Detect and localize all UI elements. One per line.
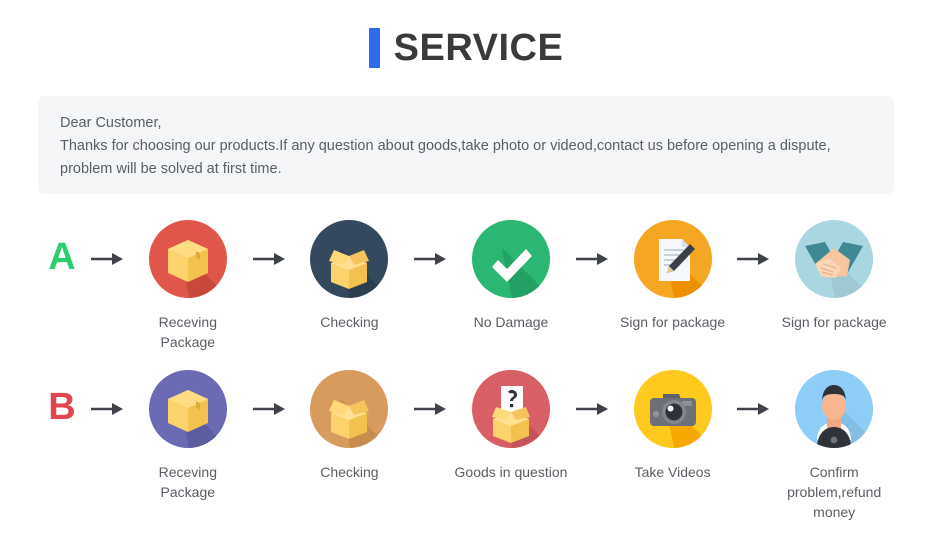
arrow-glyph [91, 253, 123, 265]
flow-step-label: Checking [320, 314, 379, 330]
notice-line-2: Thanks for choosing our products.If any … [60, 138, 831, 154]
title-accent-bar [368, 28, 380, 68]
notice-line-3: problem will be solved at first time. [60, 161, 282, 177]
flow-row-letter: A [48, 236, 76, 278]
flow-step: Confirm problem,refund money [776, 362, 892, 522]
arrow-glyph [414, 403, 447, 415]
flow-step-label: Goods in question [454, 464, 568, 480]
customer-support-icon [795, 370, 874, 448]
page-title: SERVICE [0, 0, 932, 96]
arrow-glyph [252, 253, 285, 265]
flow-step-label: Receving Package [158, 464, 217, 500]
open-box-icon [310, 220, 389, 298]
document-pen-icon [633, 220, 712, 298]
flow-arrow-icon [730, 212, 776, 306]
arrow-glyph [737, 253, 770, 265]
flow-row-b: B Receving Package Checking Goods in questi… [40, 362, 892, 520]
flow-step: No Damage [453, 212, 569, 332]
flow-arrow-icon [84, 212, 130, 306]
open-box-icon [310, 370, 389, 448]
arrow-glyph [737, 403, 770, 415]
flow-arrow-icon [569, 362, 615, 456]
camera-icon [633, 370, 712, 448]
arrow-glyph [575, 403, 608, 415]
flow-step-label: Receving Package [158, 314, 217, 350]
flow-step-label: Sign for package [781, 314, 887, 330]
arrow-glyph [91, 403, 123, 415]
flow-arrow-icon [569, 212, 615, 306]
flow-step: Take Videos [615, 362, 731, 482]
flow-step-label: Checking [320, 464, 379, 480]
flow-step: Receving Package [130, 212, 246, 352]
flow-arrow-icon [246, 362, 292, 456]
page-title-text: SERVICE [393, 27, 564, 69]
arrow-glyph [575, 253, 608, 265]
package-box-icon [148, 370, 227, 448]
flow-step-label: Take Videos [634, 464, 711, 480]
flow-step: Sign for package [776, 212, 892, 332]
flow-arrow-icon [730, 362, 776, 456]
flow-arrow-icon [246, 212, 292, 306]
flow-step-label: No Damage [473, 314, 549, 330]
customer-notice-box: Dear Customer, Thanks for choosing our p… [38, 96, 894, 194]
flow-step: Sign for package [615, 212, 731, 332]
notice-line-1: Dear Customer, [60, 115, 162, 131]
flow-step: Goods in question [453, 362, 569, 482]
flow-row-a: A Receving Package Checking No Damage Sign f… [40, 212, 892, 362]
arrow-glyph [414, 253, 447, 265]
package-box-icon [148, 220, 227, 298]
flow-row-letter: B [48, 386, 76, 428]
flow-step: Checking [292, 362, 408, 482]
question-box-icon [471, 370, 550, 448]
checkmark-icon [471, 220, 550, 298]
flow-step: Checking [292, 212, 408, 332]
handshake-icon [795, 220, 874, 298]
flow-step-label: Sign for package [620, 314, 726, 330]
flow-arrow-icon [84, 362, 130, 456]
flow-step-label: Confirm problem,refund money [787, 464, 882, 520]
flow-arrow-icon [407, 212, 453, 306]
arrow-glyph [252, 403, 285, 415]
flow-step: Receving Package [130, 362, 246, 502]
service-flow: A Receving Package Checking No Damage Sign f… [0, 212, 932, 520]
flow-arrow-icon [407, 362, 453, 456]
